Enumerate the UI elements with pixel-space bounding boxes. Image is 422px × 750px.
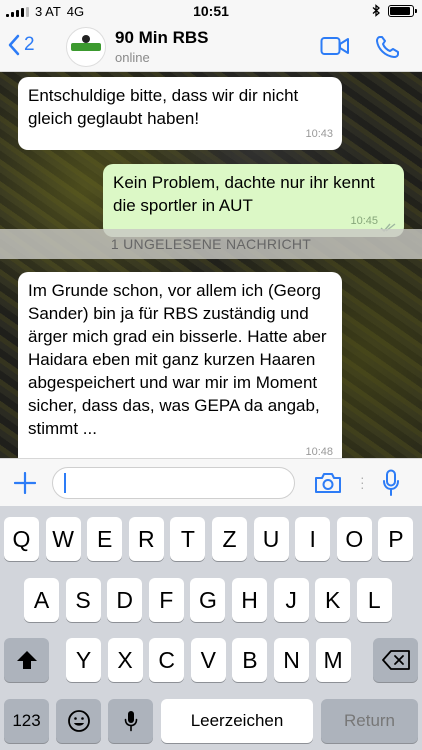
message-bubble-incoming[interactable]: Im Grunde schon, vor allem ich (Georg Sa… bbox=[18, 272, 342, 458]
emoji-key[interactable] bbox=[56, 699, 101, 743]
chevron-left-icon bbox=[8, 34, 20, 56]
message-time: 10:48 bbox=[305, 446, 333, 458]
key-c[interactable]: C bbox=[149, 638, 185, 682]
contact-status: online bbox=[115, 50, 150, 65]
back-button[interactable]: 2 bbox=[8, 34, 35, 56]
key-f[interactable]: F bbox=[148, 578, 184, 622]
backspace-icon bbox=[381, 650, 410, 670]
key-i[interactable]: I bbox=[295, 517, 331, 561]
key-a[interactable]: A bbox=[24, 578, 59, 622]
battery-icon bbox=[388, 4, 417, 17]
message-bubble-incoming[interactable]: Entschuldige bitte, dass wir dir nicht g… bbox=[18, 77, 342, 150]
status-bar: 3 AT 4G 10:51 bbox=[0, 0, 422, 22]
key-s[interactable]: S bbox=[65, 578, 101, 622]
camera-icon[interactable] bbox=[314, 472, 342, 494]
key-k[interactable]: K bbox=[315, 578, 351, 622]
unread-chats-count: 2 bbox=[24, 34, 35, 55]
key-x[interactable]: X bbox=[107, 638, 143, 682]
key-y[interactable]: Y bbox=[66, 638, 101, 682]
message-text: Im Grunde schon, vor allem ich (Georg Sa… bbox=[28, 281, 327, 438]
numbers-key[interactable]: 123 bbox=[4, 699, 49, 743]
avatar[interactable] bbox=[66, 27, 106, 67]
key-b[interactable]: B bbox=[232, 638, 268, 682]
dictation-key[interactable] bbox=[108, 699, 153, 743]
keyboard: QWERTZUIOP ASDFGHJKL YXCVBNM 123 Leerzei… bbox=[0, 506, 422, 750]
key-n[interactable]: N bbox=[274, 638, 309, 682]
key-g[interactable]: G bbox=[190, 578, 226, 622]
text-cursor bbox=[64, 473, 66, 493]
message-time: 10:43 bbox=[305, 128, 333, 140]
delete-key[interactable] bbox=[373, 638, 418, 682]
message-input[interactable] bbox=[52, 467, 295, 499]
microphone-icon[interactable] bbox=[382, 469, 400, 497]
unread-messages-banner: 1 UNGELESENE NACHRICHT bbox=[0, 229, 422, 259]
key-t[interactable]: T bbox=[170, 517, 206, 561]
key-z[interactable]: Z bbox=[212, 517, 247, 561]
key-p[interactable]: P bbox=[378, 517, 414, 561]
contact-logo bbox=[71, 35, 101, 51]
key-o[interactable]: O bbox=[336, 517, 372, 561]
key-d[interactable]: D bbox=[107, 578, 143, 622]
status-right bbox=[372, 4, 417, 17]
key-u[interactable]: U bbox=[253, 517, 289, 561]
clock: 10:51 bbox=[193, 3, 229, 19]
message-bubble-outgoing[interactable]: Kein Problem, dachte nur ihr kennt die s… bbox=[103, 164, 404, 237]
video-camera-icon[interactable] bbox=[320, 35, 350, 57]
message-text: Entschuldige bitte, dass wir dir nicht g… bbox=[28, 86, 299, 128]
key-h[interactable]: H bbox=[232, 578, 267, 622]
key-q[interactable]: Q bbox=[4, 517, 39, 561]
chat-area[interactable]: Entschuldige bitte, dass wir dir nicht g… bbox=[0, 72, 422, 458]
divider-dots: · · · bbox=[360, 469, 365, 495]
microphone-icon bbox=[124, 711, 137, 732]
key-m[interactable]: M bbox=[315, 638, 351, 682]
contact-name[interactable]: 90 Min RBS bbox=[115, 28, 209, 48]
key-j[interactable]: J bbox=[273, 578, 309, 622]
key-w[interactable]: W bbox=[45, 517, 81, 561]
key-v[interactable]: V bbox=[190, 638, 226, 682]
shift-key[interactable] bbox=[4, 638, 49, 682]
emoji-icon bbox=[67, 710, 90, 732]
plus-icon[interactable] bbox=[14, 472, 36, 494]
battery-fill bbox=[390, 6, 410, 15]
shift-icon bbox=[16, 651, 37, 669]
key-l[interactable]: L bbox=[356, 578, 392, 622]
phone-icon[interactable] bbox=[375, 35, 401, 59]
key-r[interactable]: R bbox=[128, 517, 164, 561]
key-e[interactable]: E bbox=[87, 517, 123, 561]
space-key[interactable]: Leerzeichen bbox=[161, 699, 313, 743]
chat-header: 2 90 Min RBS online bbox=[0, 22, 422, 72]
bluetooth-icon bbox=[372, 4, 380, 17]
return-key[interactable]: Return bbox=[321, 699, 418, 743]
message-input-bar: · · · bbox=[0, 458, 422, 506]
